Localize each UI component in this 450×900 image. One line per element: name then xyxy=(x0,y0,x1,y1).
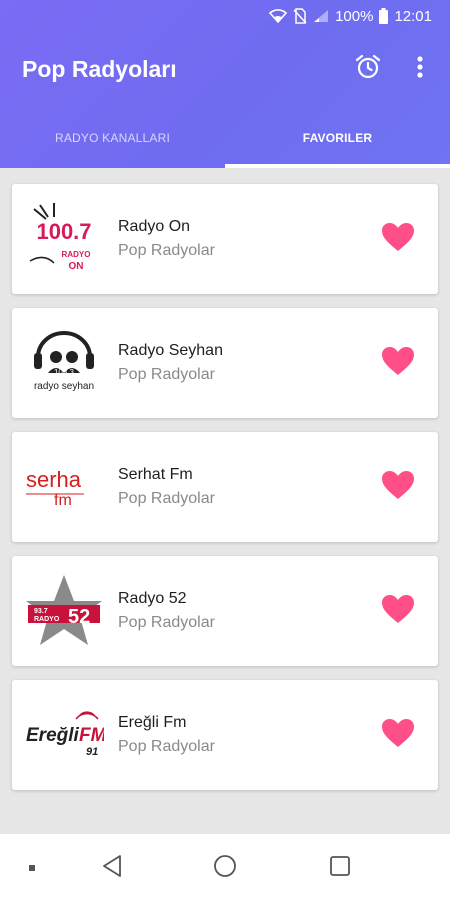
tab-bar: RADYO KANALLARI FAVORILER xyxy=(0,108,450,168)
station-logo: Ereğli FM 91 xyxy=(24,695,104,775)
station-card-eregli-fm[interactable]: Ereğli FM 91 Ereğli Fm Pop Radyolar xyxy=(12,680,438,790)
heart-icon xyxy=(381,222,415,257)
status-bar: 100% 12:01 xyxy=(0,0,450,32)
station-name: Radyo Seyhan xyxy=(118,342,223,359)
tab-favoriler[interactable]: FAVORILER xyxy=(225,108,450,168)
back-button[interactable] xyxy=(90,848,134,888)
dot-icon xyxy=(28,859,36,877)
svg-text:serha: serha xyxy=(26,467,82,492)
station-logo: serha fm xyxy=(24,447,104,527)
station-name: Radyo 52 xyxy=(118,590,187,607)
station-logo: 93.7 RADYO 52 xyxy=(24,571,104,651)
station-info: Radyo Seyhan Pop Radyolar xyxy=(118,342,376,384)
station-logo: 100.7 RADYO ON xyxy=(24,199,104,279)
signal-icon xyxy=(313,9,329,23)
svg-text:RADYO: RADYO xyxy=(34,616,60,623)
station-name: Serhat Fm xyxy=(118,466,193,483)
station-name: Ereğli Fm xyxy=(118,714,187,731)
tab-radyo-kanallari[interactable]: RADYO KANALLARI xyxy=(0,108,225,168)
battery-icon xyxy=(379,8,389,24)
favorite-toggle[interactable] xyxy=(376,465,420,509)
svg-text:52: 52 xyxy=(68,606,90,628)
toolbar: Pop Radyoları xyxy=(0,42,450,96)
heart-icon xyxy=(381,470,415,505)
heart-icon xyxy=(381,346,415,381)
station-name: Radyo On xyxy=(118,218,191,235)
station-card-radyo-52[interactable]: 93.7 RADYO 52 Radyo 52 Pop Radyolar xyxy=(12,556,438,666)
station-category: Pop Radyolar xyxy=(118,366,215,383)
svg-text:FM: FM xyxy=(79,725,104,746)
station-card-radyo-on[interactable]: 100.7 RADYO ON Radyo On Pop Radyolar xyxy=(12,184,438,294)
alarm-clock-icon xyxy=(355,54,381,85)
app-bar: 100% 12:01 Pop Radyoları RADYO KANALLARI… xyxy=(0,0,450,168)
favorites-list: 100.7 RADYO ON Radyo On Pop Radyolar 103… xyxy=(12,184,438,804)
station-info: Radyo On Pop Radyolar xyxy=(118,218,376,260)
svg-text:radyo seyhan: radyo seyhan xyxy=(34,381,94,392)
home-button[interactable] xyxy=(203,848,247,888)
station-category: Pop Radyolar xyxy=(118,490,215,507)
station-info: Ereğli Fm Pop Radyolar xyxy=(118,714,376,756)
more-vertical-icon xyxy=(416,55,424,84)
home-circle-icon xyxy=(213,854,237,883)
back-triangle-icon xyxy=(101,854,123,883)
station-logo: 103.3 radyo seyhan xyxy=(24,323,104,403)
page-title: Pop Radyoları xyxy=(22,55,177,82)
station-card-serhat-fm[interactable]: serha fm Serhat Fm Pop Radyolar xyxy=(12,432,438,542)
clock: 12:01 xyxy=(394,7,432,25)
heart-icon xyxy=(381,718,415,753)
station-category: Pop Radyolar xyxy=(118,614,215,631)
svg-text:91: 91 xyxy=(86,746,98,758)
favorite-toggle[interactable] xyxy=(376,589,420,633)
alarm-button[interactable] xyxy=(346,47,390,91)
overview-button[interactable] xyxy=(318,848,362,888)
svg-text:100.7: 100.7 xyxy=(36,219,91,244)
svg-text:RADYO: RADYO xyxy=(62,250,91,259)
no-sim-icon xyxy=(293,8,307,24)
heart-icon xyxy=(381,594,415,629)
battery-percent: 100% xyxy=(335,7,374,25)
station-category: Pop Radyolar xyxy=(118,242,215,259)
svg-text:ON: ON xyxy=(69,261,84,272)
favorite-toggle[interactable] xyxy=(376,341,420,385)
favorite-toggle[interactable] xyxy=(376,713,420,757)
recent-indicator-button[interactable] xyxy=(22,858,42,878)
station-info: Serhat Fm Pop Radyolar xyxy=(118,466,376,508)
wifi-icon xyxy=(269,9,288,23)
overview-square-icon xyxy=(329,855,351,882)
svg-text:fm: fm xyxy=(54,492,72,509)
favorite-toggle[interactable] xyxy=(376,217,420,261)
svg-text:103.3: 103.3 xyxy=(54,368,75,377)
station-card-radyo-seyhan[interactable]: 103.3 radyo seyhan Radyo Seyhan Pop Rady… xyxy=(12,308,438,418)
svg-text:93.7: 93.7 xyxy=(34,608,48,615)
system-navigation-bar xyxy=(0,834,450,900)
svg-text:Ereğli: Ereğli xyxy=(26,725,80,746)
station-info: Radyo 52 Pop Radyolar xyxy=(118,590,376,632)
more-options-button[interactable] xyxy=(398,47,442,91)
station-category: Pop Radyolar xyxy=(118,738,215,755)
